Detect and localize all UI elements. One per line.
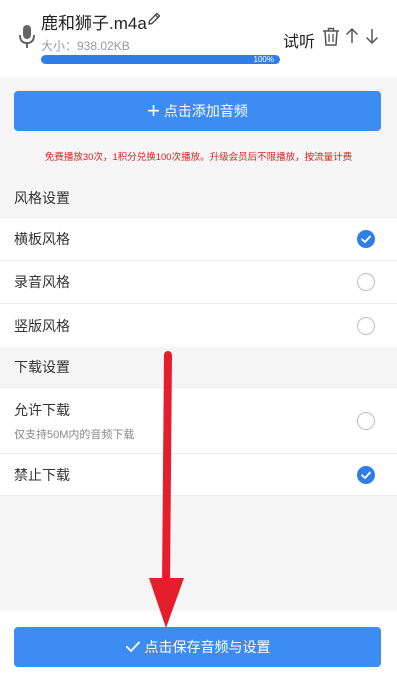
option-sublabel: 仅支持50M内的音频下载 [14, 428, 135, 441]
progress-fill [41, 55, 280, 64]
option-forbid-download[interactable]: 禁止下载 [0, 453, 397, 496]
option-label: 竖版风格 [14, 317, 70, 334]
option-vertical-style[interactable]: 竖版风格 [0, 303, 397, 347]
option-label: 横板风格 [14, 231, 70, 247]
file-name: 鹿和狮子.m4a [41, 14, 147, 33]
file-size: 大小：938.02KB [41, 39, 130, 53]
option-label: 禁止下载 [14, 466, 70, 483]
arrow-up-icon[interactable] [344, 27, 360, 45]
progress-percent: 100% [253, 55, 274, 64]
download-settings-header: 下载设置 [0, 347, 397, 387]
radio-unchecked-icon[interactable] [357, 411, 375, 430]
save-button-label: 点击保存音频与设置 [144, 639, 271, 655]
add-audio-label: 点击添加音频 [163, 103, 248, 119]
playback-notice: 免费播放30次，1积分兑换100次播放。升级会员后不限播放，按流量计费 [44, 152, 353, 163]
trash-icon[interactable] [322, 27, 340, 46]
style-settings-header: 风格设置 [0, 179, 397, 217]
option-allow-download[interactable]: 允许下载 仅支持50M内的音频下载 [0, 387, 397, 453]
save-audio-settings-button[interactable]: 点击保存音频与设置 [14, 627, 381, 667]
radio-checked-icon[interactable] [357, 230, 375, 248]
radio-unchecked-icon[interactable] [357, 273, 375, 291]
audio-file-card: 鹿和狮子.m4a 大小：938.02KB 100% 试听 [0, 0, 397, 77]
arrow-down-icon[interactable] [364, 27, 380, 45]
plus-icon: + [147, 98, 160, 123]
option-label: 录音风格 [14, 274, 70, 290]
option-label: 允许下载 [14, 401, 70, 418]
edit-pencil-icon[interactable] [146, 11, 162, 27]
add-audio-button[interactable]: + 点击添加音频 [14, 91, 381, 131]
option-recording-style[interactable]: 录音风格 [0, 260, 397, 303]
radio-unchecked-icon[interactable] [357, 316, 375, 335]
listen-button[interactable]: 试听 [283, 28, 315, 52]
upload-progress-bar: 100% [41, 55, 280, 64]
microphone-icon [18, 24, 36, 50]
option-horizontal-style[interactable]: 横板风格 [0, 217, 397, 260]
checkmark-icon [125, 641, 140, 652]
radio-checked-icon[interactable] [357, 465, 375, 484]
